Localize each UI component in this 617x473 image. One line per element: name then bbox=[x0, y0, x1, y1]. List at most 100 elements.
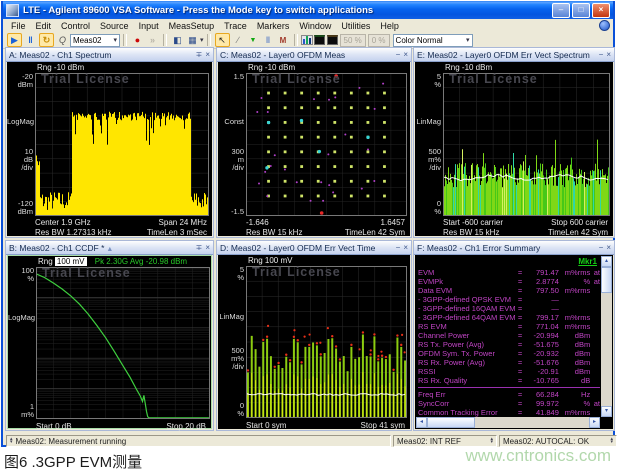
panel-title: E: Meas02 - Layer0 OFDM Err Vect Spectru… bbox=[417, 50, 596, 60]
error-summary-row: RS EVM=771.04m%rms bbox=[418, 322, 600, 331]
range-label: Rng -10 dBm bbox=[445, 63, 492, 72]
menu-item-help[interactable]: Help bbox=[375, 21, 404, 31]
lasso-icon[interactable]: Q bbox=[56, 34, 69, 46]
scroll-up-icon[interactable]: ▴ bbox=[601, 256, 612, 267]
trace-b-icon[interactable] bbox=[327, 35, 338, 45]
collapse-icon[interactable]: − bbox=[599, 51, 604, 59]
app-badge-icon[interactable] bbox=[599, 20, 610, 31]
toolbar-separator bbox=[163, 34, 167, 46]
panel-header-evt[interactable]: D: Meas02 - Layer0 OFDM Err Vect Time − … bbox=[217, 241, 411, 255]
menu-item-input[interactable]: Input bbox=[134, 21, 164, 31]
layout-grid-icon[interactable]: ▦ bbox=[186, 34, 199, 46]
menu-item-control[interactable]: Control bbox=[56, 21, 95, 31]
horizontal-scroll-thumb[interactable] bbox=[427, 417, 475, 428]
menu-item-source[interactable]: Source bbox=[95, 21, 134, 31]
vertical-scrollbar[interactable]: ▴ ▾ bbox=[601, 256, 612, 417]
menu-item-file[interactable]: File bbox=[6, 21, 31, 31]
plot-body: Rng 100 mV Pk 2.30G Avg -20.98 dBm Trial… bbox=[7, 255, 212, 429]
measurement-select[interactable]: Meas02 ▾ bbox=[70, 34, 120, 47]
panel-header-spectrum[interactable]: A: Meas02 - Ch1 Spectrum ∓ × bbox=[6, 48, 213, 62]
menu-item-edit[interactable]: Edit bbox=[31, 21, 57, 31]
close-button[interactable]: × bbox=[592, 3, 610, 18]
restart-icon[interactable]: ↻ bbox=[39, 33, 54, 47]
playback-icon[interactable]: » bbox=[146, 34, 159, 46]
trace-colors-icon[interactable] bbox=[301, 35, 313, 45]
minimize-button[interactable]: – bbox=[552, 3, 570, 18]
y-axis-bottom-label: -1.5 bbox=[218, 208, 244, 216]
x-axis-labels: -1.6461.6457 bbox=[246, 218, 405, 227]
panel-header-ccdf[interactable]: B: Meas02 - Ch1 CCDF *▲ ∓ × bbox=[6, 241, 213, 255]
menu-item-markers[interactable]: Markers bbox=[252, 21, 295, 31]
collapse-icon[interactable]: − bbox=[396, 244, 401, 252]
slope-marker-icon[interactable]: ∕ bbox=[232, 34, 245, 46]
layout-dropdown-icon[interactable]: ▾ bbox=[200, 36, 204, 44]
color-mode-select[interactable]: Color Normal ▾ bbox=[393, 34, 473, 47]
error-time-plot bbox=[246, 266, 407, 418]
marker-column-label: Mkr1 bbox=[578, 257, 597, 266]
plot-body: Rng -10 dBm Trial License 5% LinMag 500m… bbox=[415, 62, 613, 236]
close-icon[interactable]: × bbox=[205, 51, 210, 59]
close-icon[interactable]: × bbox=[606, 51, 611, 59]
play-icon[interactable]: ▶ bbox=[7, 33, 22, 47]
spinner-icon[interactable]: ▴▾ bbox=[490, 438, 493, 444]
constellation-plot bbox=[246, 73, 407, 216]
scroll-down-icon[interactable]: ▾ bbox=[601, 406, 612, 417]
close-icon[interactable]: × bbox=[403, 51, 408, 59]
range-value: 100 mV bbox=[55, 257, 87, 266]
range-label: Rng -10 dBm bbox=[248, 63, 295, 72]
menu-item-trace[interactable]: Trace bbox=[219, 21, 252, 31]
panel-header-constellation[interactable]: C: Meas02 - Layer0 OFDM Meas − × bbox=[217, 48, 411, 62]
vertical-scroll-thumb[interactable] bbox=[601, 267, 612, 293]
error-summary-row: EVMPk=2.8774%at bbox=[418, 277, 600, 286]
panel-header-evs[interactable]: E: Meas02 - Layer0 OFDM Err Vect Spectru… bbox=[414, 48, 614, 62]
gain-a-field: 50 % bbox=[340, 34, 366, 47]
spinner-icon[interactable]: ▴▾ bbox=[610, 438, 613, 444]
menu-item-meassetup[interactable]: MeasSetup bbox=[164, 21, 220, 31]
y-axis-scale-label: LinMag bbox=[218, 313, 244, 321]
close-icon[interactable]: × bbox=[403, 244, 408, 252]
horizontal-scrollbar[interactable]: ◂ ▸ bbox=[416, 417, 600, 428]
error-summary-row: - 3GPP-defined QPSK EVM=— bbox=[418, 295, 600, 304]
pause-icon[interactable]: ‖ bbox=[24, 34, 37, 46]
status-reference-text: Meas02: INT REF bbox=[397, 437, 461, 446]
y-axis-top-label: 100% bbox=[8, 267, 34, 283]
scroll-right-icon[interactable]: ▸ bbox=[589, 417, 600, 428]
trial-license-watermark: Trial License bbox=[42, 266, 131, 280]
close-icon[interactable]: × bbox=[606, 244, 611, 252]
y-axis-top-label: -20dBm bbox=[7, 73, 33, 89]
marker-m-icon[interactable]: M bbox=[277, 34, 290, 46]
record-icon[interactable]: ● bbox=[131, 34, 144, 46]
menu-item-utilities[interactable]: Utilities bbox=[336, 21, 375, 31]
pin-icon[interactable]: ∓ bbox=[196, 244, 203, 252]
error-summary-row: OFDM Sym. Tx. Power=-20.932dBm bbox=[418, 349, 600, 358]
collapse-icon[interactable]: − bbox=[599, 244, 604, 252]
trial-license-watermark: Trial License bbox=[252, 265, 341, 279]
error-summary-row: Common Tracking Error=41.849m%rms bbox=[418, 408, 600, 417]
scroll-left-icon[interactable]: ◂ bbox=[416, 417, 427, 428]
menu-item-window[interactable]: Window bbox=[294, 21, 336, 31]
pin-icon[interactable]: ∓ bbox=[196, 51, 203, 59]
scroll-track[interactable] bbox=[475, 417, 589, 428]
range-label: Rng 100 mV Pk 2.30G Avg -20.98 dBm bbox=[38, 257, 187, 266]
layout-single-icon[interactable]: ◧ bbox=[171, 34, 184, 46]
maximize-button[interactable]: □ bbox=[572, 3, 590, 18]
title-bar[interactable]: LTE - Agilent 89600 VSA Software - Press… bbox=[3, 1, 613, 19]
summary-body: Mkr1 EVM=791.47m%rmsatEVMPk=2.8774%atDat… bbox=[415, 255, 613, 429]
y-axis-scale-label: Const bbox=[218, 118, 244, 126]
toolbar-separator bbox=[294, 34, 298, 46]
spinner-icon[interactable]: ▴▾ bbox=[10, 438, 13, 444]
panel-error-summary: F: Meas02 - Ch1 Error Summary − × Mkr1 E… bbox=[413, 240, 615, 431]
trace-a-icon[interactable] bbox=[314, 35, 325, 45]
y-axis-bottom-label: 0% bbox=[415, 200, 441, 216]
pointer-tool-icon[interactable]: ↖ bbox=[215, 33, 230, 47]
toolbar-separator bbox=[123, 34, 127, 46]
panel-error-vector-time: D: Meas02 - Layer0 OFDM Err Vect Time − … bbox=[216, 240, 412, 431]
collapse-icon[interactable]: − bbox=[396, 51, 401, 59]
menu-bar: FileEditControlSourceInputMeasSetupTrace… bbox=[3, 19, 613, 32]
panel-header-summary[interactable]: F: Meas02 - Ch1 Error Summary − × bbox=[414, 241, 614, 255]
x-axis-labels-2: Res BW 15 kHzTimeLen 42 Sym bbox=[443, 228, 608, 237]
panel-title: B: Meas02 - Ch1 CCDF *▲ bbox=[9, 243, 193, 253]
band-marker-icon[interactable]: ‖ bbox=[262, 34, 275, 46]
peak-marker-icon[interactable]: ▼ bbox=[247, 34, 260, 46]
close-icon[interactable]: × bbox=[205, 244, 210, 252]
